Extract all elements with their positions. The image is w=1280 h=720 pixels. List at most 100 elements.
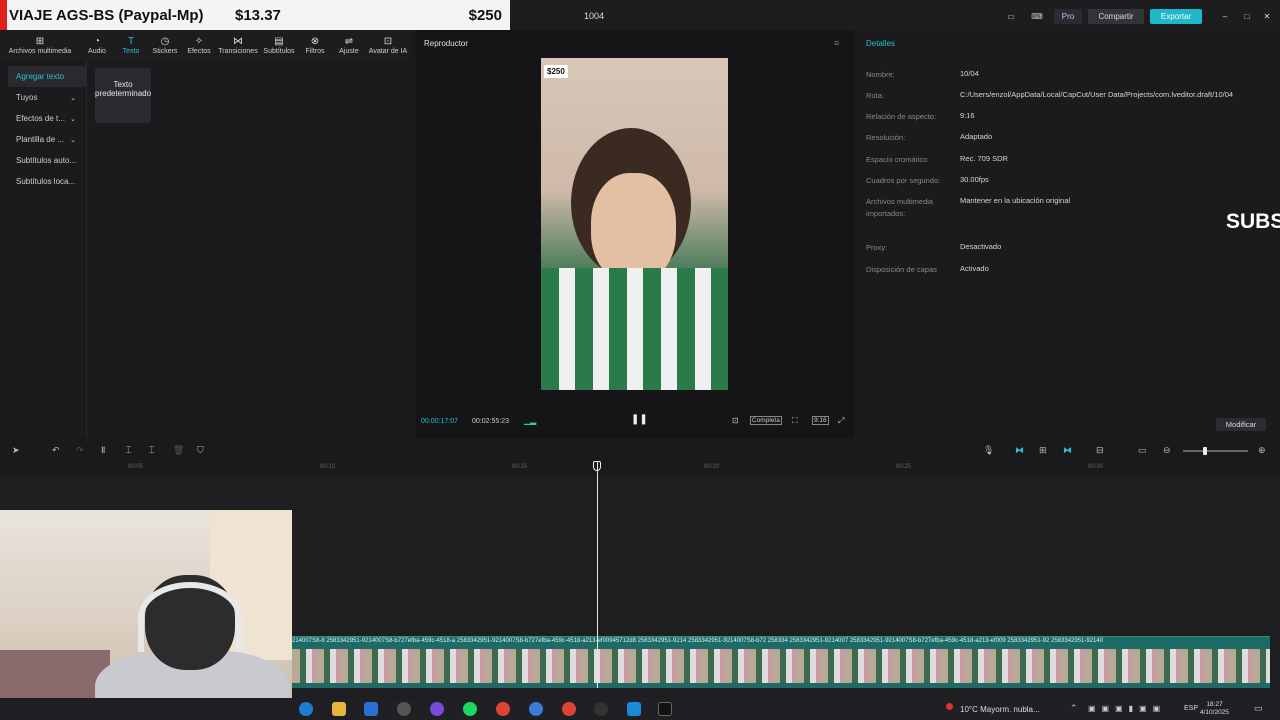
playhead-handle[interactable] xyxy=(593,461,601,471)
folder-icon[interactable] xyxy=(332,702,346,716)
tool-transitions[interactable]: ⋈ Transiciones xyxy=(216,30,260,60)
taskbar: 10°C Mayorm. nubla... ⌃ ▣▣▣▮▣▣ ESP 18:27… xyxy=(0,698,1280,720)
ratio-button[interactable]: Completa xyxy=(750,416,782,425)
close-icon[interactable]: ✕ xyxy=(1260,9,1274,24)
zoom-out-icon[interactable]: ⊖ xyxy=(1163,445,1171,456)
tool-text[interactable]: T Texto xyxy=(114,30,148,60)
layout-icon[interactable]: ▭ xyxy=(1004,9,1018,24)
clock[interactable]: 18:27 4/10/2025 xyxy=(1200,701,1229,717)
fullscreen-icon[interactable]: ⤢ xyxy=(838,416,844,426)
crop-icon[interactable]: ⊡ xyxy=(732,416,739,425)
microphone-icon[interactable]: 🎙 xyxy=(983,445,994,456)
tool-effects[interactable]: ✧ Efectos xyxy=(182,30,216,60)
detail-key: Proxy: xyxy=(866,243,888,252)
filter-icon: ⊗ xyxy=(310,35,320,47)
ruler-tick: 00:25 xyxy=(896,464,912,470)
tool-subtitles[interactable]: ▤ Subtítulos xyxy=(260,30,298,60)
trim-left-icon[interactable]: ⌶ xyxy=(126,445,131,456)
sidebar-item-label: Tuyos xyxy=(16,93,38,102)
browser-icon[interactable] xyxy=(529,702,543,716)
panel-divider xyxy=(86,60,87,438)
delete-icon[interactable]: 🗑 xyxy=(173,445,184,456)
obs-icon[interactable] xyxy=(594,702,608,716)
detail-value: Adaptado xyxy=(960,132,993,141)
snapshot-icon[interactable]: ⛶ xyxy=(792,416,798,426)
vscode-icon[interactable] xyxy=(627,702,641,716)
video-person-jersey xyxy=(541,268,728,390)
tool-stickers[interactable]: ◷ Stickers xyxy=(148,30,182,60)
chevron-down-icon: ⌄ xyxy=(70,136,76,144)
settings-icon[interactable] xyxy=(397,702,411,716)
zoom-slider[interactable] xyxy=(1183,447,1248,455)
pause-button[interactable]: ❚❚ xyxy=(631,414,648,425)
split-icon[interactable]: Ⅱ xyxy=(101,445,105,456)
video-preview[interactable]: $250 xyxy=(541,58,728,390)
tool-label: Ajuste xyxy=(339,47,359,55)
spotify-icon[interactable] xyxy=(463,702,477,716)
aspect-button[interactable]: 9:16 xyxy=(812,416,829,425)
text-icon: T xyxy=(127,35,135,47)
store-icon[interactable] xyxy=(364,702,378,716)
language-indicator[interactable]: ESP xyxy=(1184,705,1198,712)
zoom-in-icon[interactable]: ⊕ xyxy=(1258,445,1266,456)
redo-icon[interactable]: ↷ xyxy=(76,445,84,456)
chrome-icon[interactable] xyxy=(496,702,510,716)
chevron-down-icon: ⌄ xyxy=(70,115,76,123)
preview-axis-icon[interactable]: ⧓ xyxy=(1063,445,1072,456)
ruler-tick: 00:20 xyxy=(704,464,720,470)
detail-key: Ruta: xyxy=(866,91,884,100)
tool-adjust[interactable]: ⇌ Ajuste xyxy=(332,30,366,60)
sidebar-item-local-subtitles[interactable]: Subtítulos loca... xyxy=(8,171,86,192)
snap-icon[interactable]: ⊞ xyxy=(1039,445,1047,456)
sidebar-item-add-text[interactable]: Agregar texto xyxy=(8,66,86,87)
video-price-badge: $250 xyxy=(544,65,568,78)
video-clip-track[interactable]: 214007S8-8 2583342951-9214007S8-b727efba… xyxy=(292,636,1270,688)
export-button[interactable]: Exportar xyxy=(1150,9,1202,24)
detail-key: Disposición de capas xyxy=(866,265,937,274)
edge-icon[interactable] xyxy=(299,702,313,716)
pro-label: Pro xyxy=(1061,12,1075,21)
headset xyxy=(138,582,242,652)
playhead[interactable] xyxy=(597,462,598,688)
tool-ai-avatar[interactable]: ⊡ Avatar de IA xyxy=(366,30,410,60)
sidebar-item-auto-subtitles[interactable]: Subtítulos auto... xyxy=(8,150,86,171)
minimize-icon[interactable]: – xyxy=(1218,9,1232,24)
default-text-card[interactable]: Texto predeterminado xyxy=(95,68,151,123)
capcut-icon[interactable] xyxy=(658,702,672,716)
tool-label: Stickers xyxy=(152,47,178,55)
undo-icon[interactable]: ↶ xyxy=(52,445,60,456)
select-tool-icon[interactable]: ➤ xyxy=(12,445,20,456)
webcam-overlay xyxy=(0,510,292,720)
app-icon[interactable] xyxy=(430,702,444,716)
trim-right-icon[interactable]: ⌶ xyxy=(149,445,154,456)
menu-icon[interactable]: ≡ xyxy=(834,38,839,48)
modify-button[interactable]: Modificar xyxy=(1216,418,1266,431)
caption-icon[interactable]: ▭ xyxy=(1138,445,1147,456)
tool-audio[interactable]: ◔ Audio xyxy=(80,30,114,60)
tray-icons[interactable]: ▣▣▣▮▣▣ xyxy=(1088,704,1166,713)
tool-label: Filtros xyxy=(305,47,325,55)
subtitle-icon: ▤ xyxy=(274,35,284,47)
player-title: Reproductor xyxy=(424,39,469,48)
chevron-up-icon[interactable]: ⌃ xyxy=(1070,703,1078,714)
sidebar-item-text-effects[interactable]: Efectos de t... ⌄ xyxy=(8,108,86,129)
sidebar-item-yours[interactable]: Tuyos ⌄ xyxy=(8,87,86,108)
maximize-icon[interactable]: □ xyxy=(1240,9,1254,24)
shield-icon[interactable]: ⛉ xyxy=(197,445,204,456)
pro-button[interactable]: Pro xyxy=(1054,9,1082,24)
split-view-icon[interactable]: ⊟ xyxy=(1096,445,1104,456)
notification-icon[interactable]: ▭ xyxy=(1254,703,1263,714)
share-button[interactable]: Compartir xyxy=(1088,9,1144,24)
link-icon[interactable]: ⧓ xyxy=(1015,445,1024,456)
video-person-face xyxy=(591,173,676,283)
tool-label: Efectos xyxy=(187,47,211,55)
sidebar-item-templates[interactable]: Plantilla de ... ⌄ xyxy=(8,129,86,150)
weather-widget[interactable]: 10°C Mayorm. nubla... xyxy=(960,705,1040,714)
tool-media[interactable]: ⊞ Archivos multimedia xyxy=(0,30,80,60)
donation-amount-1: $13.37 xyxy=(235,6,281,24)
tool-filters[interactable]: ⊗ Filtros xyxy=(298,30,332,60)
zoom-slider-handle[interactable] xyxy=(1203,447,1207,455)
shortcut-icon[interactable]: ⌨ xyxy=(1030,9,1044,24)
project-title: 1004 xyxy=(584,11,605,21)
chrome-alt-icon[interactable] xyxy=(562,702,576,716)
